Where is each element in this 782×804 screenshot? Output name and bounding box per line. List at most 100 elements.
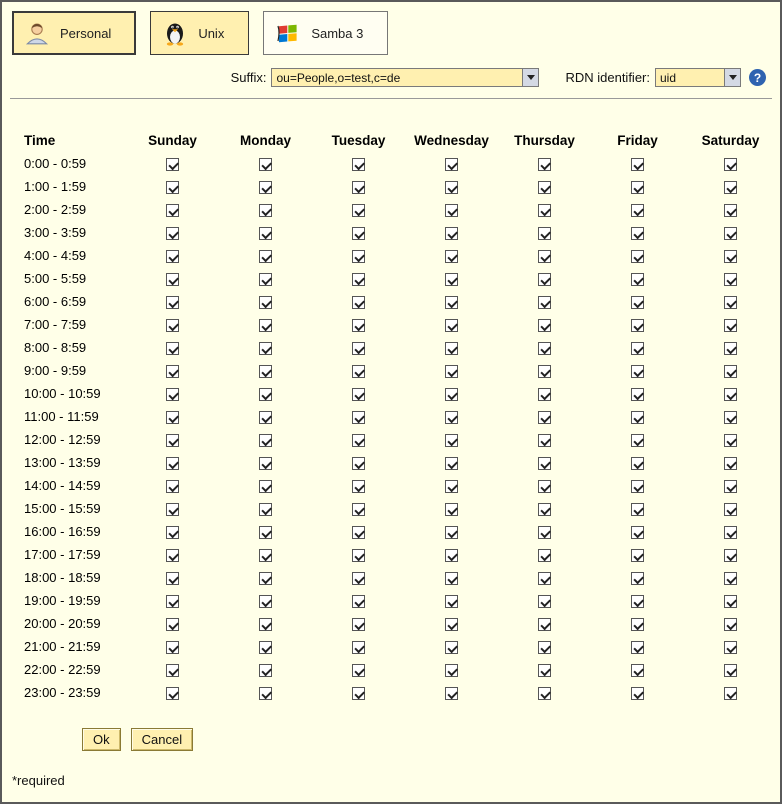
hour-checkbox[interactable] [166, 503, 179, 516]
hour-checkbox[interactable] [166, 388, 179, 401]
hour-checkbox[interactable] [631, 526, 644, 539]
hour-checkbox[interactable] [538, 296, 551, 309]
hour-checkbox[interactable] [352, 273, 365, 286]
hour-checkbox[interactable] [259, 480, 272, 493]
hour-checkbox[interactable] [445, 618, 458, 631]
hour-checkbox[interactable] [538, 227, 551, 240]
hour-checkbox[interactable] [445, 457, 458, 470]
hour-checkbox[interactable] [259, 181, 272, 194]
hour-checkbox[interactable] [724, 342, 737, 355]
tab-unix[interactable]: Unix [150, 11, 249, 55]
hour-checkbox[interactable] [259, 641, 272, 654]
hour-checkbox[interactable] [445, 365, 458, 378]
hour-checkbox[interactable] [724, 641, 737, 654]
hour-checkbox[interactable] [631, 411, 644, 424]
hour-checkbox[interactable] [445, 641, 458, 654]
hour-checkbox[interactable] [631, 434, 644, 447]
hour-checkbox[interactable] [259, 388, 272, 401]
hour-checkbox[interactable] [259, 664, 272, 677]
hour-checkbox[interactable] [445, 595, 458, 608]
hour-checkbox[interactable] [724, 411, 737, 424]
hour-checkbox[interactable] [631, 319, 644, 332]
hour-checkbox[interactable] [166, 618, 179, 631]
hour-checkbox[interactable] [631, 641, 644, 654]
hour-checkbox[interactable] [631, 687, 644, 700]
hour-checkbox[interactable] [166, 595, 179, 608]
rdn-identifier-select[interactable]: uid [655, 68, 741, 87]
hour-checkbox[interactable] [166, 434, 179, 447]
hour-checkbox[interactable] [445, 158, 458, 171]
hour-checkbox[interactable] [166, 204, 179, 217]
hour-checkbox[interactable] [724, 526, 737, 539]
hour-checkbox[interactable] [259, 411, 272, 424]
hour-checkbox[interactable] [352, 503, 365, 516]
hour-checkbox[interactable] [631, 664, 644, 677]
hour-checkbox[interactable] [445, 204, 458, 217]
hour-checkbox[interactable] [166, 342, 179, 355]
hour-checkbox[interactable] [259, 365, 272, 378]
hour-checkbox[interactable] [538, 158, 551, 171]
hour-checkbox[interactable] [724, 457, 737, 470]
tab-samba3[interactable]: Samba 3 [263, 11, 388, 55]
hour-checkbox[interactable] [445, 664, 458, 677]
hour-checkbox[interactable] [259, 618, 272, 631]
cancel-button[interactable]: Cancel [131, 728, 193, 751]
hour-checkbox[interactable] [538, 411, 551, 424]
hour-checkbox[interactable] [166, 687, 179, 700]
hour-checkbox[interactable] [724, 618, 737, 631]
hour-checkbox[interactable] [724, 595, 737, 608]
hour-checkbox[interactable] [352, 158, 365, 171]
hour-checkbox[interactable] [631, 457, 644, 470]
tab-personal[interactable]: Personal [12, 11, 136, 55]
hour-checkbox[interactable] [259, 457, 272, 470]
hour-checkbox[interactable] [445, 480, 458, 493]
hour-checkbox[interactable] [166, 664, 179, 677]
hour-checkbox[interactable] [724, 388, 737, 401]
hour-checkbox[interactable] [724, 181, 737, 194]
hour-checkbox[interactable] [352, 181, 365, 194]
hour-checkbox[interactable] [724, 549, 737, 562]
hour-checkbox[interactable] [445, 319, 458, 332]
hour-checkbox[interactable] [724, 664, 737, 677]
hour-checkbox[interactable] [352, 296, 365, 309]
hour-checkbox[interactable] [538, 618, 551, 631]
hour-checkbox[interactable] [445, 572, 458, 585]
hour-checkbox[interactable] [538, 365, 551, 378]
hour-checkbox[interactable] [352, 457, 365, 470]
hour-checkbox[interactable] [631, 227, 644, 240]
hour-checkbox[interactable] [724, 319, 737, 332]
hour-checkbox[interactable] [166, 158, 179, 171]
hour-checkbox[interactable] [538, 595, 551, 608]
hour-checkbox[interactable] [445, 549, 458, 562]
hour-checkbox[interactable] [352, 365, 365, 378]
hour-checkbox[interactable] [631, 181, 644, 194]
hour-checkbox[interactable] [631, 618, 644, 631]
hour-checkbox[interactable] [631, 595, 644, 608]
hour-checkbox[interactable] [166, 319, 179, 332]
hour-checkbox[interactable] [538, 687, 551, 700]
hour-checkbox[interactable] [538, 572, 551, 585]
hour-checkbox[interactable] [166, 411, 179, 424]
hour-checkbox[interactable] [631, 503, 644, 516]
hour-checkbox[interactable] [724, 227, 737, 240]
hour-checkbox[interactable] [445, 227, 458, 240]
hour-checkbox[interactable] [631, 273, 644, 286]
hour-checkbox[interactable] [631, 158, 644, 171]
hour-checkbox[interactable] [166, 365, 179, 378]
hour-checkbox[interactable] [631, 342, 644, 355]
hour-checkbox[interactable] [445, 687, 458, 700]
hour-checkbox[interactable] [724, 250, 737, 263]
hour-checkbox[interactable] [538, 457, 551, 470]
hour-checkbox[interactable] [631, 296, 644, 309]
hour-checkbox[interactable] [538, 434, 551, 447]
hour-checkbox[interactable] [352, 342, 365, 355]
hour-checkbox[interactable] [538, 250, 551, 263]
hour-checkbox[interactable] [631, 572, 644, 585]
hour-checkbox[interactable] [352, 595, 365, 608]
hour-checkbox[interactable] [538, 664, 551, 677]
hour-checkbox[interactable] [166, 296, 179, 309]
hour-checkbox[interactable] [445, 296, 458, 309]
hour-checkbox[interactable] [352, 549, 365, 562]
hour-checkbox[interactable] [352, 641, 365, 654]
hour-checkbox[interactable] [724, 480, 737, 493]
